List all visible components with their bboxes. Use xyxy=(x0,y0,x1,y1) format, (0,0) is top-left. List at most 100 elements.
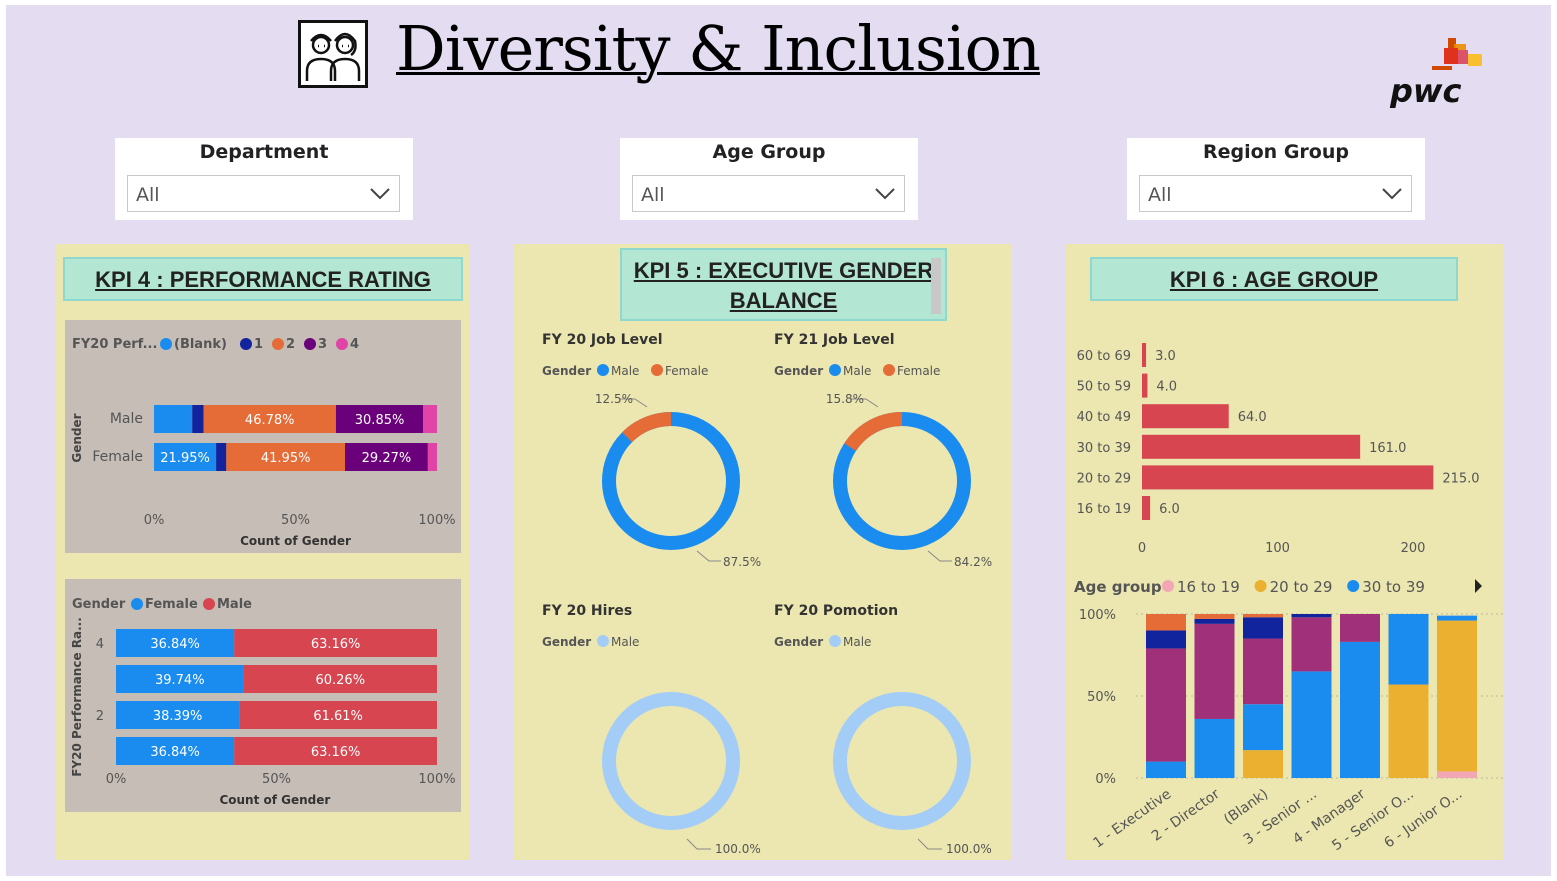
bar-segment xyxy=(1291,614,1332,618)
legend-label: 2 xyxy=(286,337,295,352)
data-label: 41.95% xyxy=(261,451,311,466)
bar-segment xyxy=(1437,615,1477,621)
bar xyxy=(1142,496,1151,520)
data-label: 36.84% xyxy=(150,745,200,760)
data-label: 38.39% xyxy=(153,709,203,724)
dropdown-value: All xyxy=(136,184,160,206)
bar-segment xyxy=(154,405,193,433)
x-tick-label: 0% xyxy=(144,513,165,528)
data-label: 3.0 xyxy=(1155,349,1176,364)
bar xyxy=(1142,434,1361,459)
legend-marker xyxy=(131,598,143,610)
data-label: 12.5% xyxy=(595,392,633,406)
bar-segment xyxy=(1146,648,1186,762)
donut-slice xyxy=(833,692,971,830)
legend-title: Gender xyxy=(774,364,823,378)
chevron-down-icon xyxy=(370,188,390,200)
leader-line xyxy=(686,838,711,850)
page-title: Diversity & Inclusion xyxy=(396,12,1041,85)
department-slicer: Department All xyxy=(115,138,413,220)
bar-segment xyxy=(1146,630,1186,649)
age-group-slicer: Age Group All xyxy=(620,138,918,220)
x-axis-label: Count of Gender xyxy=(240,534,351,548)
data-label: 29.27% xyxy=(362,451,412,466)
legend-marker xyxy=(1347,580,1360,592)
x-tick-label: 0 xyxy=(1138,541,1146,556)
x-tick-label: 50% xyxy=(262,772,291,787)
x-tick-label: 200 xyxy=(1401,541,1426,556)
legend-label: Male xyxy=(843,364,871,378)
bar-segment xyxy=(1146,761,1186,778)
y-tick-label: 100% xyxy=(1079,608,1116,623)
donut-title: FY 20 Pomotion xyxy=(774,603,898,619)
legend-label: Female xyxy=(897,364,940,378)
bar-segment xyxy=(1243,638,1283,705)
y-tick-label: 50% xyxy=(1087,690,1116,705)
bar-segment xyxy=(1146,614,1186,631)
legend-marker xyxy=(1254,580,1267,592)
age-group-charts: 60 to 69 3.0 50 to 59 4.0 40 to 49 64.0 30 to … xyxy=(1074,343,1503,854)
department-dropdown[interactable]: All xyxy=(127,175,400,212)
legend-title: Gender xyxy=(774,635,823,649)
legend-marker xyxy=(203,598,215,610)
bar-segment xyxy=(216,443,227,471)
kpi4-panel: KPI 4 : PERFORMANCE RATING FY20 Perf... (… xyxy=(56,244,469,860)
legend-marker xyxy=(240,338,252,350)
legend-marker xyxy=(651,364,663,376)
people-icon xyxy=(298,20,368,88)
legend-label: Female xyxy=(145,597,198,612)
region-group-slicer: Region Group All xyxy=(1127,138,1425,220)
bar xyxy=(1142,404,1229,429)
slicer-label: Age Group xyxy=(712,141,826,163)
category-label: 16 to 19 xyxy=(1077,502,1131,517)
legend-label: 30 to 39 xyxy=(1362,578,1425,596)
bar xyxy=(1142,465,1434,490)
perf-by-gender-card: FY20 Perf... (Blank) 1 2 3 4 Gender Male 46.78% 3… xyxy=(65,320,461,553)
region-group-dropdown[interactable]: All xyxy=(1139,175,1412,212)
legend-label: 3 xyxy=(318,337,327,352)
bar-segment xyxy=(1194,618,1235,624)
donut-slice xyxy=(602,412,740,550)
legend-label: Male xyxy=(217,597,252,612)
category-label: 60 to 69 xyxy=(1077,349,1131,364)
leader-line xyxy=(696,550,721,562)
leader-line xyxy=(917,838,942,850)
legend-label: Male xyxy=(611,635,639,649)
bar-segment xyxy=(1340,614,1380,642)
x-axis-label: Count of Gender xyxy=(219,793,330,807)
bar-segment xyxy=(427,443,437,471)
legend-title: FY20 Perf... xyxy=(72,337,157,352)
bar-segment xyxy=(1194,718,1235,778)
legend-title: Gender xyxy=(72,597,126,612)
x-tick-label: 50% xyxy=(281,513,310,528)
data-label: 60.26% xyxy=(315,673,365,688)
bar-segment xyxy=(1243,614,1283,618)
bar-segment xyxy=(1437,620,1477,772)
data-label: 15.8% xyxy=(826,392,864,406)
bar-segment xyxy=(1388,684,1429,778)
data-label: 100.0% xyxy=(715,842,761,856)
bar-segment xyxy=(1243,704,1283,751)
legend-title: Gender xyxy=(542,364,591,378)
legend-label: 16 to 19 xyxy=(1177,578,1240,596)
bar-segment xyxy=(1291,671,1332,778)
category-label: Male xyxy=(110,411,143,427)
category-label: 30 to 39 xyxy=(1077,441,1131,456)
category-label: Female xyxy=(92,449,143,465)
gender-by-rating-card: Gender Female Male FY20 Performance Ra... 4 3… xyxy=(65,579,461,812)
legend-label: 1 xyxy=(254,337,263,352)
legend-title: Age group xyxy=(1074,578,1162,596)
legend-marker xyxy=(597,364,609,376)
bar-segment xyxy=(1340,641,1380,778)
data-label: 215.0 xyxy=(1442,471,1479,486)
age-group-dropdown[interactable]: All xyxy=(632,175,905,212)
category-label: 2 xyxy=(96,709,104,724)
data-label: 6.0 xyxy=(1159,502,1180,517)
data-label: 21.95% xyxy=(160,451,210,466)
data-label: 36.84% xyxy=(150,637,200,652)
bar-segment xyxy=(1243,750,1283,778)
data-label: 87.5% xyxy=(723,555,761,569)
legend-marker xyxy=(304,338,316,350)
leader-line xyxy=(927,550,952,562)
bar-segment xyxy=(192,405,204,433)
